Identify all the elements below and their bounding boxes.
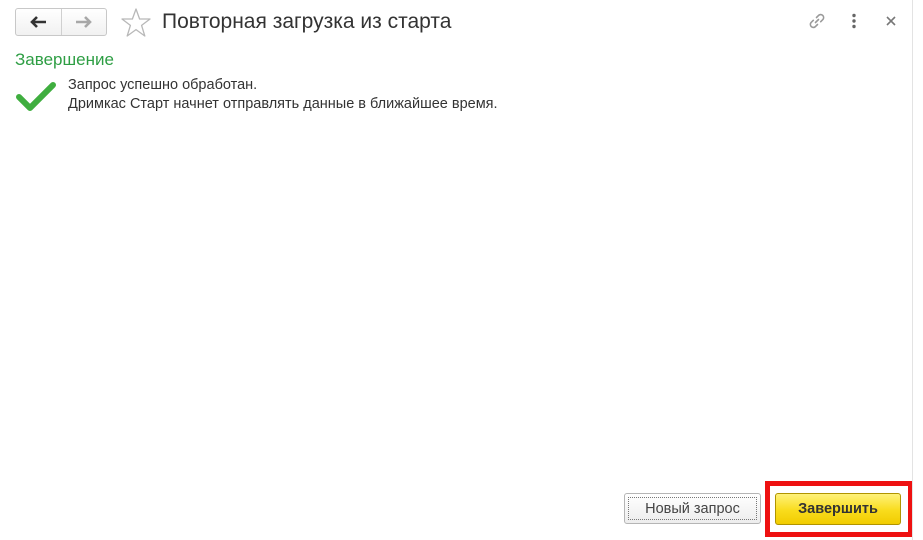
more-vertical-icon[interactable] bbox=[843, 10, 865, 32]
close-icon[interactable] bbox=[880, 10, 902, 32]
navigation-buttons bbox=[15, 8, 107, 36]
finish-button[interactable]: Завершить bbox=[775, 493, 901, 525]
page-title: Повторная загрузка из старта bbox=[162, 10, 452, 33]
new-request-label: Новый запрос bbox=[645, 500, 740, 517]
link-icon[interactable] bbox=[806, 10, 828, 32]
status-message: Запрос успешно обработан. bbox=[68, 77, 258, 93]
star-icon[interactable] bbox=[120, 7, 152, 39]
forward-button[interactable] bbox=[60, 9, 107, 35]
back-button[interactable] bbox=[16, 9, 61, 35]
checkmark-icon bbox=[16, 82, 56, 111]
finish-label: Завершить bbox=[798, 501, 878, 517]
arrow-right-icon bbox=[75, 16, 92, 28]
section-title: Завершение bbox=[15, 50, 114, 69]
new-request-button[interactable]: Новый запрос bbox=[624, 493, 761, 524]
status-detail: Дримкас Старт начнет отправлять данные в… bbox=[68, 96, 498, 112]
form-window: Повторная загрузка из старта Завершение … bbox=[0, 0, 913, 540]
arrow-left-icon bbox=[30, 16, 47, 28]
